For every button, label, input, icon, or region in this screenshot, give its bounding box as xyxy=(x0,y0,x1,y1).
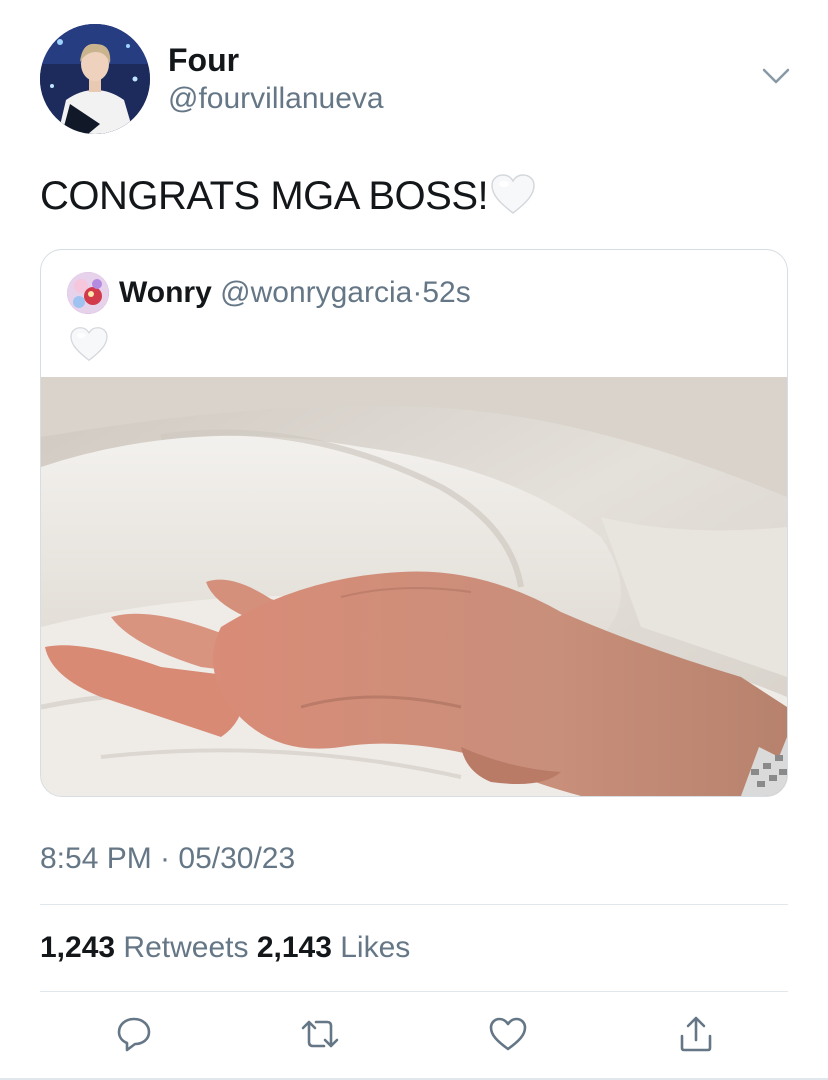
quoted-header: Wonry @wonrygarcia·52s xyxy=(119,274,471,312)
likes-count: 2,143 xyxy=(256,931,332,964)
author-avatar[interactable] xyxy=(40,24,150,134)
reply-button[interactable] xyxy=(112,1014,156,1058)
like-button[interactable] xyxy=(486,1014,530,1058)
retweets-stat[interactable]: 1,243 Retweets xyxy=(40,931,248,964)
divider xyxy=(40,904,788,905)
retweets-count: 1,243 xyxy=(40,931,116,964)
tweet-stats: 1,243 Retweets 2,143 Likes xyxy=(40,928,410,968)
quoted-media-photo[interactable] xyxy=(41,377,787,796)
divider xyxy=(40,991,788,992)
share-button[interactable] xyxy=(674,1014,718,1058)
quoted-age: 52s xyxy=(422,276,471,309)
quoted-tweet-card[interactable]: Wonry @wonrygarcia·52s xyxy=(40,249,788,797)
retweet-arrows-icon xyxy=(298,1016,342,1057)
author-handle[interactable]: @fourvillanueva xyxy=(168,80,384,118)
white-heart-icon xyxy=(490,173,536,228)
likes-stat[interactable]: 2,143 Likes xyxy=(257,931,410,964)
share-upload-icon xyxy=(677,1014,715,1059)
quoted-display-name[interactable]: Wonry xyxy=(119,276,212,309)
speech-bubble-icon xyxy=(115,1015,153,1058)
white-heart-icon xyxy=(69,326,109,367)
heart-outline-icon xyxy=(488,1016,528,1057)
chevron-down-icon[interactable] xyxy=(760,64,792,88)
quoted-separator: · xyxy=(412,276,423,309)
likes-label: Likes xyxy=(340,931,411,964)
author-avatar-image xyxy=(40,24,150,134)
tweet-text-content: CONGRATS MGA BOSS! xyxy=(40,174,489,218)
quoted-author-avatar[interactable] xyxy=(67,272,109,314)
retweets-label: Retweets xyxy=(123,931,249,964)
author-display-name[interactable]: Four xyxy=(168,40,239,80)
tweet-text: CONGRATS MGA BOSS! xyxy=(40,170,536,228)
tweet-timestamp[interactable]: 8:54 PM · 05/30/23 xyxy=(40,840,295,878)
quoted-handle[interactable]: @wonrygarcia xyxy=(220,276,412,309)
retweet-button[interactable] xyxy=(298,1014,342,1058)
